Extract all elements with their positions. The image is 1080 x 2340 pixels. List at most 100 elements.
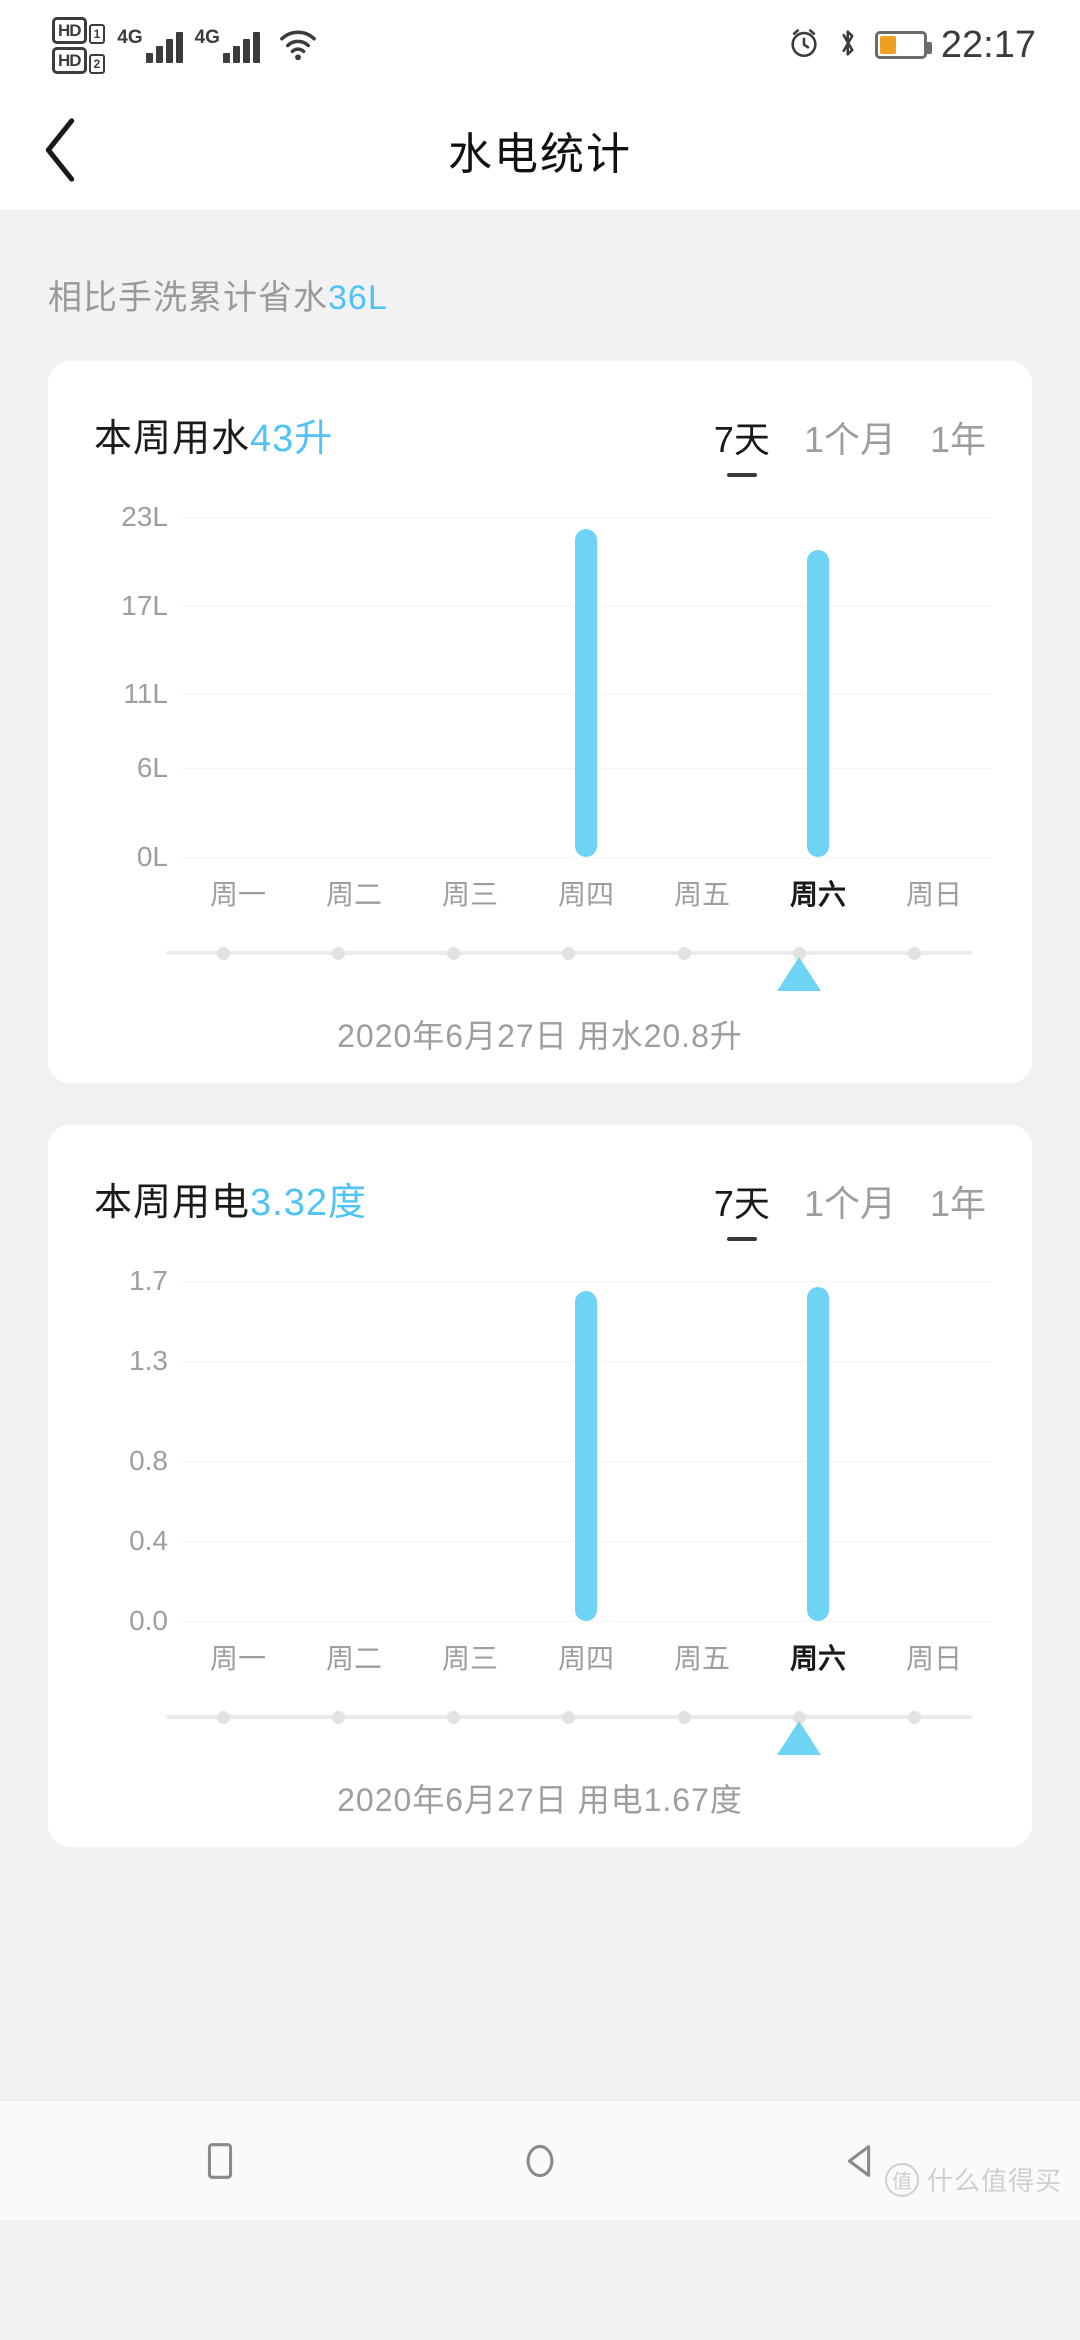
- x-tick-label[interactable]: 周五: [644, 873, 760, 913]
- y-tick-label: 0.8: [129, 1445, 168, 1476]
- x-tick-label[interactable]: 周六: [760, 1637, 876, 1677]
- slider-thumb-slot: [627, 1721, 742, 1755]
- bar-slot[interactable]: [644, 517, 760, 857]
- water-tab-1month[interactable]: 1个月: [804, 411, 896, 477]
- slider-thumb-slot: [742, 1721, 857, 1755]
- triangle-back-icon: [847, 2144, 871, 2177]
- bar-slot[interactable]: [412, 517, 528, 857]
- chart-bar[interactable]: [807, 1287, 829, 1621]
- bar-slot[interactable]: [760, 1281, 876, 1621]
- page-title: 水电统计: [448, 130, 632, 179]
- electricity-tab-1year[interactable]: 1年: [930, 1175, 986, 1241]
- x-tick-label[interactable]: 周四: [528, 1637, 644, 1677]
- x-tick-label[interactable]: 周二: [296, 873, 412, 913]
- y-tick-label: 0L: [136, 841, 168, 872]
- watermark: 值 什么值得买: [884, 2161, 1062, 2198]
- status-bar-left: HD 1 HD 2 4G 4G: [52, 16, 320, 74]
- x-tick-label[interactable]: 周二: [296, 1637, 412, 1677]
- bar-slot[interactable]: [760, 517, 876, 857]
- x-tick-label[interactable]: 周三: [412, 1637, 528, 1677]
- water-tab-7days[interactable]: 7天: [714, 411, 770, 477]
- electricity-chart-bars: [180, 1281, 992, 1621]
- y-tick-label: 6L: [136, 752, 168, 784]
- water-day-slider[interactable]: [166, 947, 972, 991]
- status-bar: HD 1 HD 2 4G 4G 22:17: [0, 0, 1080, 90]
- water-card-title-text: 本周用水: [94, 418, 251, 460]
- electricity-detail-text: 2020年6月27日 用电1.67度: [337, 1782, 743, 1818]
- electricity-card-header: 本周用电3.32度 7天 1个月 1年: [48, 1125, 1032, 1241]
- chart-bar[interactable]: [575, 528, 597, 857]
- bar-slot[interactable]: [876, 1281, 992, 1621]
- slider-thumb-slot: [857, 1721, 972, 1755]
- electricity-day-slider[interactable]: [166, 1711, 972, 1755]
- gridline: [180, 857, 992, 858]
- back-chevron-icon: [45, 118, 75, 182]
- x-tick-label[interactable]: 周六: [760, 873, 876, 913]
- electricity-chart-x-axis: 周一 周二 周三 周四 周五 周六 周日: [88, 1637, 992, 1677]
- slider-thumb-slot: [166, 957, 281, 991]
- slider-thumb-slot: [396, 957, 511, 991]
- electricity-chart: 1.7 1.3 0.8 0.4 0.0 周一 周二 周三 周四 周五 周六 周日: [48, 1241, 1032, 1677]
- electricity-card-title: 本周用电3.32度: [94, 1171, 367, 1226]
- slider-thumb-slot: [511, 1721, 626, 1755]
- slider-thumb-slot: [511, 957, 626, 991]
- status-bar-right: 22:17: [787, 24, 1036, 67]
- slider-thumb-slot: [396, 1721, 511, 1755]
- electricity-chart-plot: [180, 1281, 992, 1622]
- alarm-icon: [787, 26, 821, 65]
- bar-slot[interactable]: [180, 1281, 296, 1621]
- gridline: [180, 1621, 992, 1622]
- x-tick-label[interactable]: 周一: [180, 1637, 296, 1677]
- electricity-chart-y-axis: 1.7 1.3 0.8 0.4 0.0: [88, 1265, 180, 1636]
- water-slider-thumb[interactable]: [166, 957, 972, 991]
- x-tick-label[interactable]: 周一: [180, 873, 296, 913]
- y-tick-label: 11L: [123, 678, 168, 710]
- savings-summary-value: 36L: [328, 279, 388, 317]
- signal-bars-sim2-icon: [222, 31, 260, 63]
- hd-sim2-icon: HD 2: [52, 46, 106, 74]
- bluetooth-icon: [835, 26, 861, 65]
- electricity-tab-7days[interactable]: 7天: [714, 1175, 770, 1241]
- y-tick-label: 23L: [121, 501, 168, 532]
- volte-hd-indicators: HD 1 HD 2: [52, 16, 106, 74]
- water-detail-text: 2020年6月27日 用水20.8升: [337, 1018, 743, 1054]
- chart-bar[interactable]: [807, 549, 829, 857]
- water-chart-y-axis: 23L 17L 11L 6L 0L: [88, 501, 180, 872]
- bar-slot[interactable]: [296, 1281, 412, 1621]
- wifi-icon: [276, 26, 320, 65]
- electricity-card-title-value: 3.32度: [250, 1182, 367, 1224]
- bar-slot[interactable]: [876, 517, 992, 857]
- x-tick-label[interactable]: 周四: [528, 873, 644, 913]
- x-tick-label[interactable]: 周日: [876, 1637, 992, 1677]
- bar-slot[interactable]: [528, 1281, 644, 1621]
- water-usage-card: 本周用水43升 7天 1个月 1年 23L 17L 11L 6L 0L 周一 周二 周三 周四…: [48, 361, 1032, 1083]
- y-tick-label: 0.4: [129, 1525, 168, 1556]
- savings-summary-text: 相比手洗累计省水: [48, 279, 328, 317]
- bar-slot[interactable]: [412, 1281, 528, 1621]
- slider-thumb-slot: [281, 1721, 396, 1755]
- water-tab-1year[interactable]: 1年: [930, 411, 986, 477]
- back-button[interactable]: [0, 90, 120, 210]
- slider-thumb-slot: [742, 957, 857, 991]
- electricity-tab-1month[interactable]: 1个月: [804, 1175, 896, 1241]
- recents-button[interactable]: [165, 2106, 275, 2216]
- chart-bar[interactable]: [575, 1291, 597, 1621]
- slider-thumb-triangle-icon[interactable]: [777, 957, 822, 991]
- electricity-slider-thumb[interactable]: [166, 1721, 972, 1755]
- x-tick-label[interactable]: 周日: [876, 873, 992, 913]
- x-tick-label[interactable]: 周五: [644, 1637, 760, 1677]
- water-range-tabs: 7天 1个月 1年: [714, 407, 986, 477]
- y-tick-label: 17L: [121, 589, 168, 621]
- slider-thumb-slot: [857, 957, 972, 991]
- bar-slot[interactable]: [528, 517, 644, 857]
- x-tick-label[interactable]: 周三: [412, 873, 528, 913]
- water-card-title-value: 43升: [250, 418, 334, 460]
- network-type-sim2: 4G: [194, 26, 220, 48]
- slider-thumb-triangle-icon[interactable]: [777, 1721, 822, 1755]
- bar-slot[interactable]: [180, 517, 296, 857]
- bar-slot[interactable]: [644, 1281, 760, 1621]
- y-tick-label: 0.0: [129, 1605, 168, 1636]
- home-button[interactable]: [485, 2106, 595, 2216]
- system-navigation-bar: 值 什么值得买: [0, 2100, 1080, 2220]
- bar-slot[interactable]: [296, 517, 412, 857]
